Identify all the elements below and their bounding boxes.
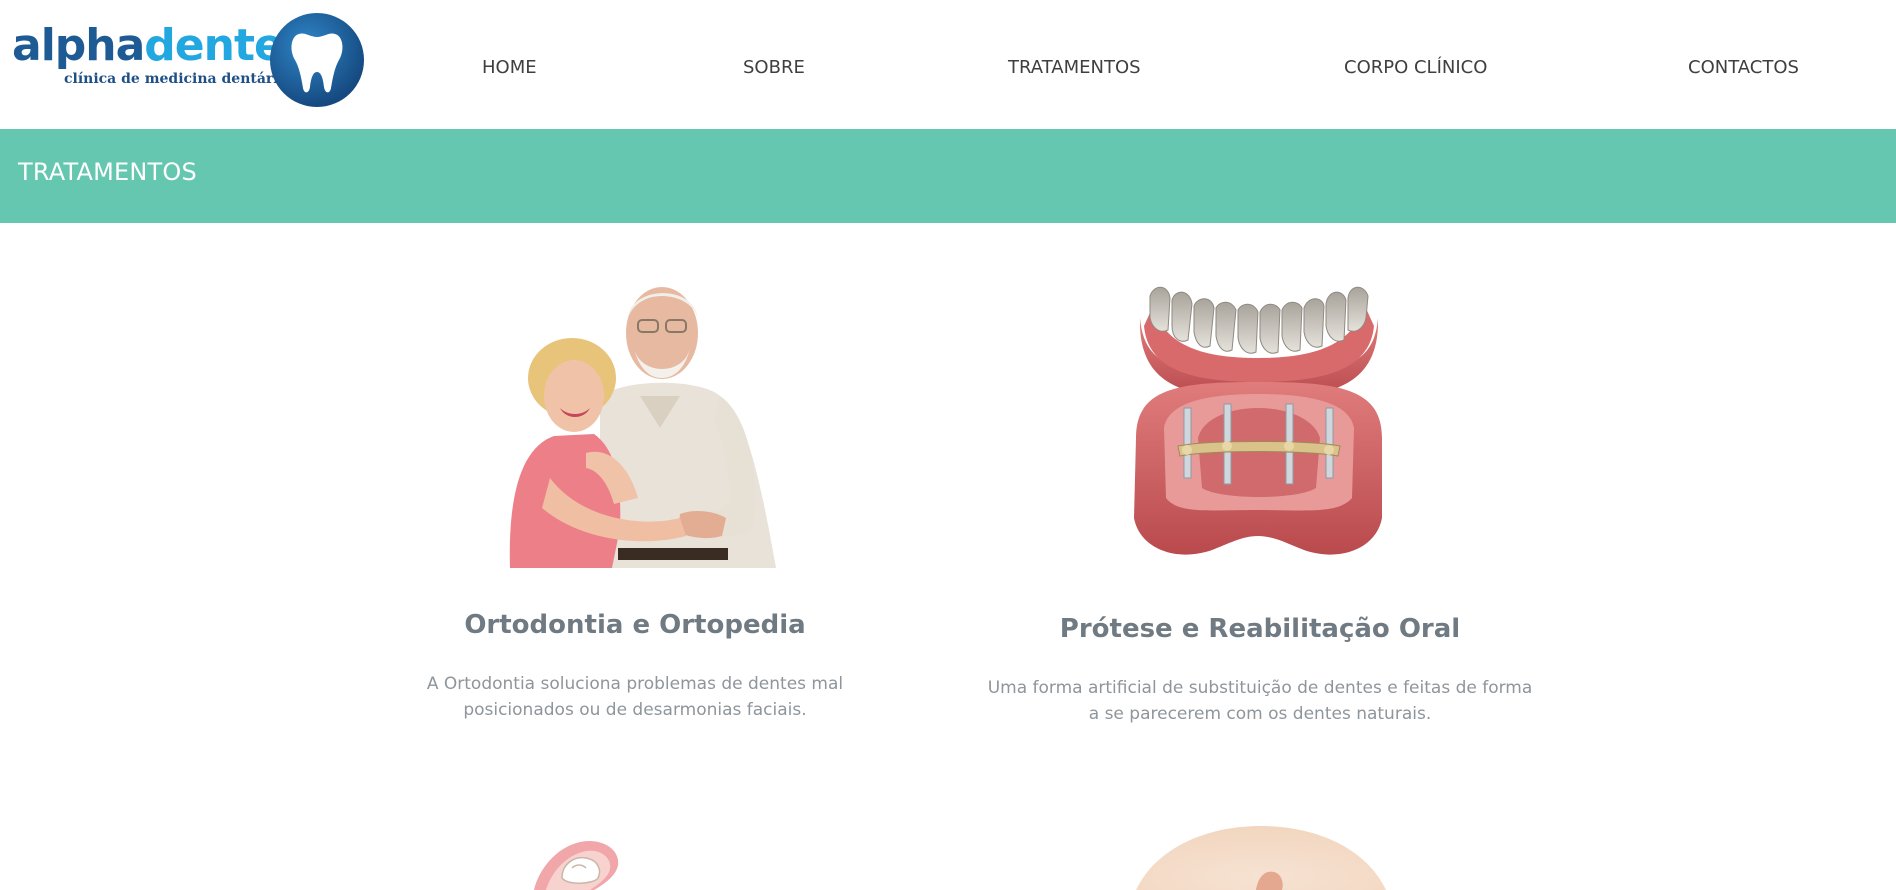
logo-tagline: clínica de medicina dentária (64, 71, 288, 87)
treatment-title-protese: Prótese e Reabilitação Oral (1059, 614, 1461, 644)
nav-tratamentos[interactable]: TRATAMENTOS (1008, 56, 1141, 80)
treatment-text-ortodontia: A Ortodontia soluciona problemas de dent… (426, 674, 844, 720)
tooth-icon (270, 13, 364, 107)
logo-wordmark: alphadente (12, 20, 284, 71)
site-header: alphadente clínica de medicina dentária … (0, 0, 1896, 129)
elderly-couple-photo (509, 287, 776, 568)
treatment-title-ortodontia: Ortodontia e Ortopedia (464, 610, 806, 640)
nav-home[interactable]: HOME (482, 56, 537, 80)
nav-contactos[interactable]: CONTACTOS (1688, 56, 1799, 80)
page-banner: TRATAMENTOS (0, 129, 1896, 223)
circular-photo (1136, 826, 1386, 890)
nav-corpo-clinico[interactable]: CORPO CLÍNICO (1344, 56, 1487, 80)
nav-sobre[interactable]: SOBRE (743, 56, 805, 80)
page-title: TRATAMENTOS (18, 158, 197, 186)
tooth-crown-illustration (534, 840, 619, 890)
site-logo[interactable]: alphadente clínica de medicina dentária (10, 12, 366, 108)
treatment-text-protese: Uma forma artificial de substituição de … (987, 678, 1533, 724)
dental-prosthesis-model (1134, 286, 1382, 555)
